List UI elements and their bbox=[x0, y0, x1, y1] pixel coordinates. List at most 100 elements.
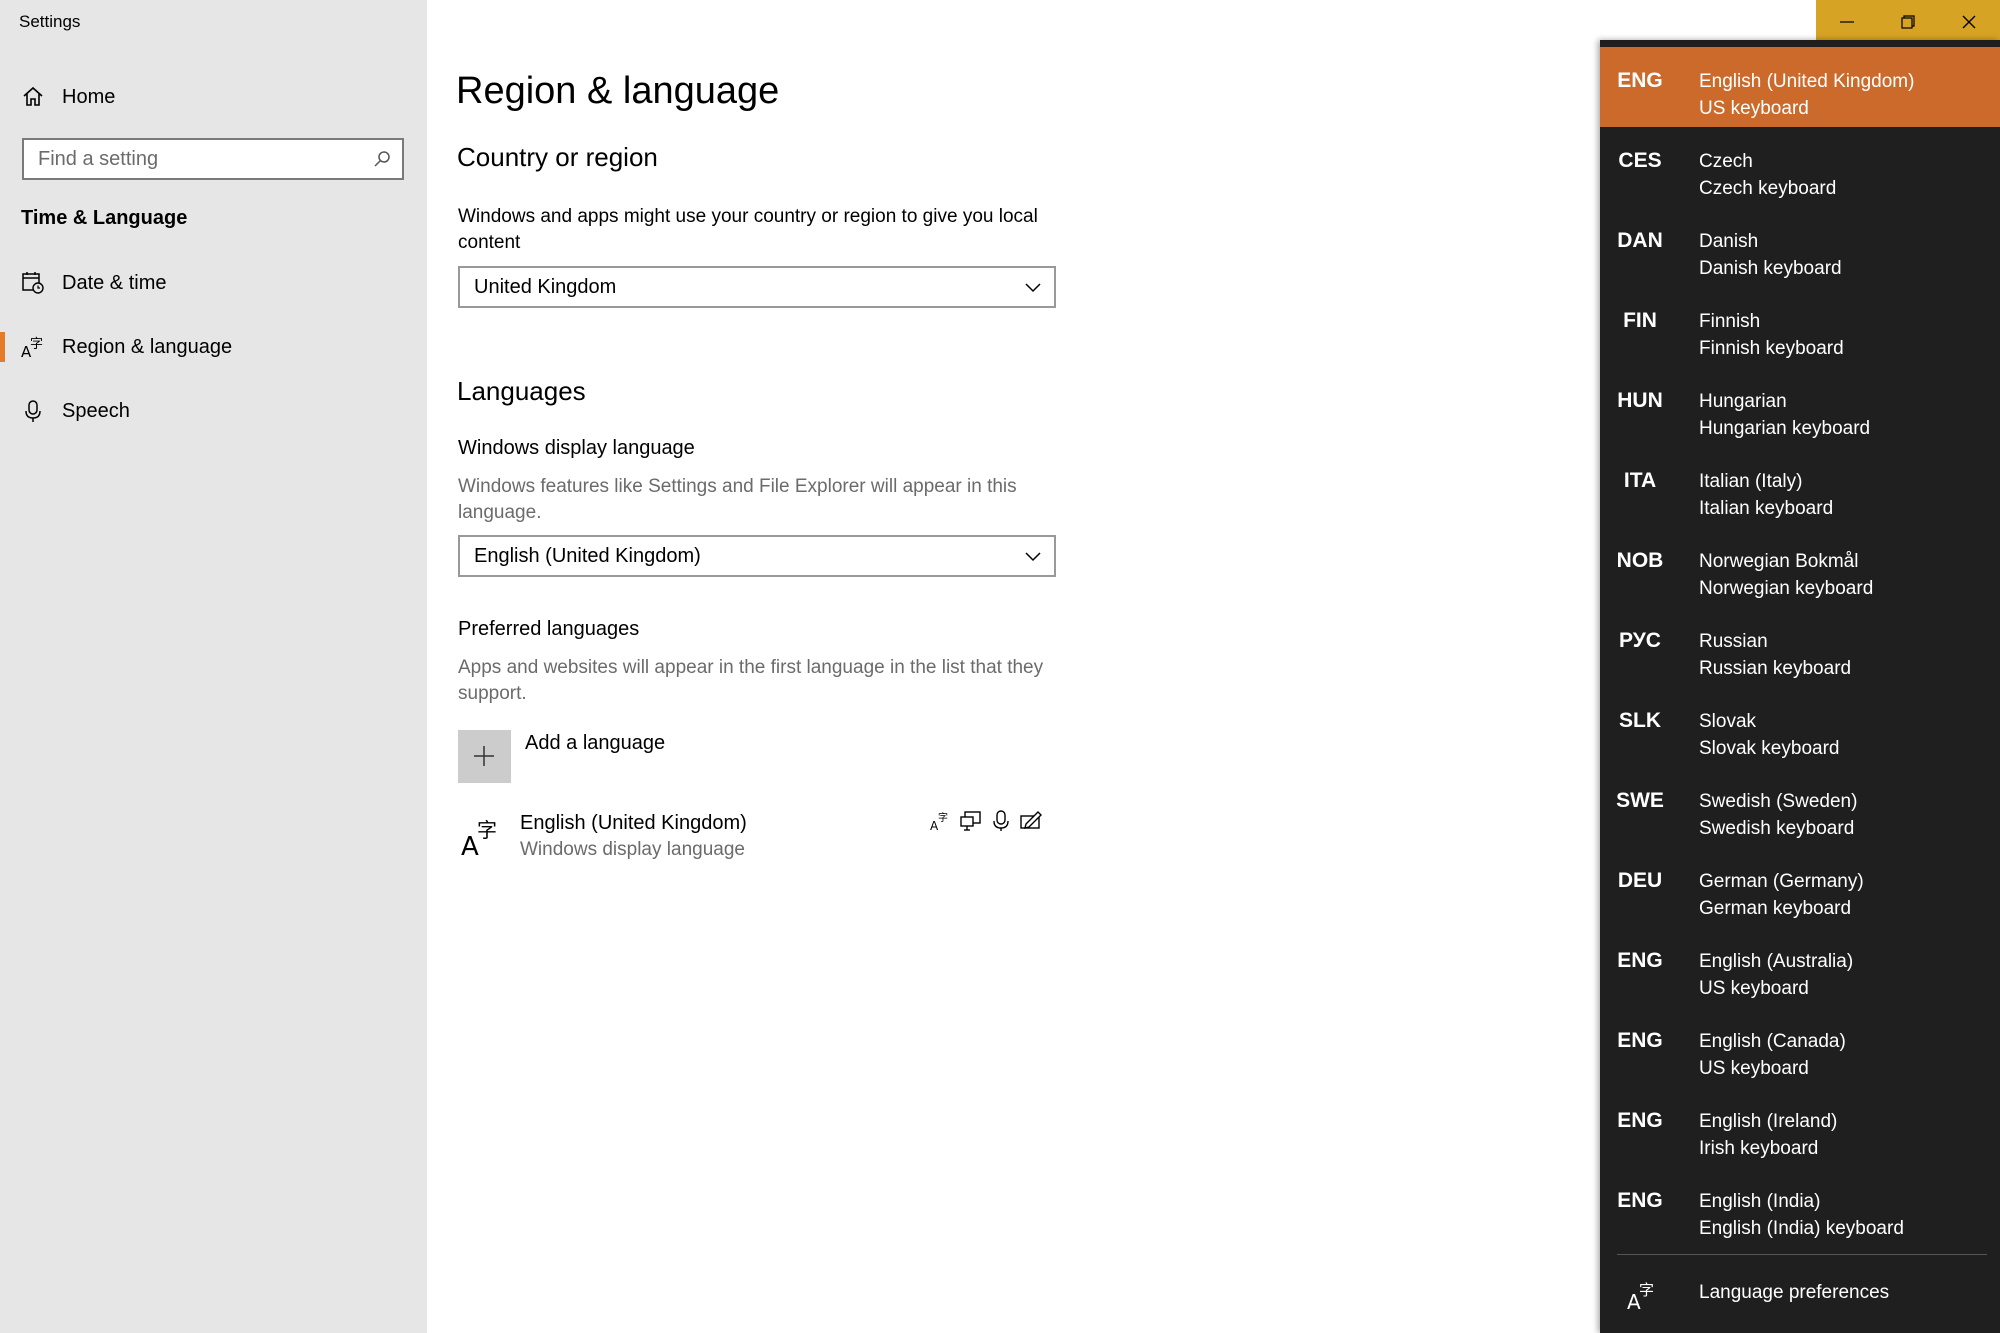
plus-icon bbox=[474, 746, 494, 766]
languages-heading: Languages bbox=[457, 376, 586, 406]
language-code: ENG bbox=[1617, 1189, 1663, 1212]
nav-home-label: Home bbox=[62, 85, 116, 108]
keyboard-layout: Italian keyboard bbox=[1699, 498, 1834, 519]
keyboard-layout: Danish keyboard bbox=[1699, 258, 1842, 279]
flyout-item-ita[interactable]: ITA Italian (Italy) Italian keyboard bbox=[1600, 447, 2000, 527]
add-language-button[interactable] bbox=[458, 730, 511, 783]
keyboard-layout: Russian keyboard bbox=[1699, 658, 1852, 679]
keyboard-layout: Norwegian keyboard bbox=[1699, 578, 1874, 599]
flyout-item-hun[interactable]: HUN Hungarian Hungarian keyboard bbox=[1600, 367, 2000, 447]
keyboard-layout: German keyboard bbox=[1699, 898, 1852, 919]
language-name: English (India) bbox=[1699, 1191, 1821, 1212]
keyboard-layout: Swedish keyboard bbox=[1699, 818, 1855, 839]
flyout-divider bbox=[1617, 1254, 1987, 1255]
restore-icon bbox=[1901, 15, 1915, 29]
language-code: NOB bbox=[1616, 549, 1664, 572]
speech-icon bbox=[993, 810, 1009, 831]
language-icon: A 字 bbox=[461, 818, 497, 859]
handwriting-icon bbox=[1020, 811, 1042, 829]
installed-language-name: English (United Kingdom) bbox=[520, 812, 747, 834]
language-name: Swedish (Sweden) bbox=[1699, 791, 1858, 812]
svg-text:字: 字 bbox=[30, 337, 43, 352]
main-content: Region & language Country or region Wind… bbox=[427, 0, 1600, 1333]
section-title: Time & Language bbox=[21, 207, 188, 229]
minimize-button[interactable] bbox=[1816, 0, 1877, 42]
language-name: English (Canada) bbox=[1699, 1031, 1846, 1052]
flyout-item-swe[interactable]: SWE Swedish (Sweden) Swedish keyboard bbox=[1600, 767, 2000, 847]
display-icon bbox=[960, 811, 981, 831]
language-name: Czech bbox=[1699, 151, 1753, 172]
chevron-down-icon bbox=[1025, 552, 1041, 562]
keyboard-layout: US keyboard bbox=[1699, 98, 1809, 119]
svg-text:字: 字 bbox=[1639, 1281, 1654, 1299]
language-name: Finnish bbox=[1699, 311, 1761, 332]
display-language-select[interactable]: English (United Kingdom) bbox=[458, 535, 1056, 577]
nav-region-language-label: Region & language bbox=[62, 335, 233, 358]
language-code: DAN bbox=[1617, 229, 1663, 252]
close-icon bbox=[1962, 15, 1976, 29]
language-name: Slovak bbox=[1699, 711, 1757, 732]
language-code: SLK bbox=[1619, 709, 1661, 732]
sidebar: Settings Home Time & Language Date & tim… bbox=[0, 0, 427, 1333]
display-language-value: English (United Kingdom) bbox=[474, 545, 701, 567]
search-box[interactable] bbox=[22, 138, 404, 180]
keyboard-layout: Hungarian keyboard bbox=[1699, 418, 1871, 439]
flyout-item-fin[interactable]: FIN Finnish Finnish keyboard bbox=[1600, 287, 2000, 367]
flyout-item-rus[interactable]: РУС Russian Russian keyboard bbox=[1600, 607, 2000, 687]
flyout-item-eng-ca[interactable]: ENG English (Canada) US keyboard bbox=[1600, 1007, 2000, 1087]
chevron-down-icon bbox=[1025, 283, 1041, 293]
close-button[interactable] bbox=[1938, 0, 2000, 42]
language-code: ENG bbox=[1617, 1029, 1663, 1052]
nav-date-time[interactable]: Date & time bbox=[0, 257, 427, 309]
language-name: English (Australia) bbox=[1699, 951, 1854, 972]
language-code: DEU bbox=[1617, 869, 1663, 892]
calendar-clock-icon bbox=[22, 272, 44, 294]
search-input[interactable] bbox=[24, 140, 358, 178]
flyout-item-nob[interactable]: NOB Norwegian Bokmål Norwegian keyboard bbox=[1600, 527, 2000, 607]
language-name: Norwegian Bokmål bbox=[1699, 551, 1859, 572]
svg-text:字: 字 bbox=[938, 811, 948, 824]
nav-region-language[interactable]: A 字 Region & language bbox=[0, 321, 427, 373]
country-select-value: United Kingdom bbox=[474, 276, 617, 298]
keyboard-layout: US keyboard bbox=[1699, 978, 1809, 999]
language-preferences-label: Language preferences bbox=[1699, 1282, 1890, 1303]
language-name: Italian (Italy) bbox=[1699, 471, 1803, 492]
language-name: English (Ireland) bbox=[1699, 1111, 1838, 1132]
country-select[interactable]: United Kingdom bbox=[458, 266, 1056, 308]
language-name: English (United Kingdom) bbox=[1699, 71, 1915, 92]
flyout-item-eng-in[interactable]: ENG English (India) English (India) keyb… bbox=[1600, 1167, 2000, 1247]
language-code: РУС bbox=[1619, 629, 1661, 652]
language-pack-icon: A 字 bbox=[930, 811, 948, 832]
input-language-flyout: ENG English (United Kingdom) US keyboard… bbox=[1600, 40, 2000, 1333]
microphone-icon bbox=[25, 400, 41, 422]
flyout-item-dan[interactable]: DAN Danish Danish keyboard bbox=[1600, 207, 2000, 287]
nav-home[interactable]: Home bbox=[0, 71, 427, 123]
country-heading: Country or region bbox=[457, 142, 658, 172]
nav-date-time-label: Date & time bbox=[62, 271, 167, 294]
language-name: German (Germany) bbox=[1699, 871, 1864, 892]
flyout-item-ces[interactable]: CES Czech Czech keyboard bbox=[1600, 127, 2000, 207]
flyout-item-eng-ie[interactable]: ENG English (Ireland) Irish keyboard bbox=[1600, 1087, 2000, 1167]
nav-speech[interactable]: Speech bbox=[0, 385, 427, 437]
language-icon: A 字 bbox=[1627, 1281, 1654, 1312]
language-code: ENG bbox=[1617, 949, 1663, 972]
language-code: FIN bbox=[1623, 309, 1657, 332]
flyout-item-slk[interactable]: SLK Slovak Slovak keyboard bbox=[1600, 687, 2000, 767]
language-code: ITA bbox=[1623, 469, 1657, 492]
home-icon bbox=[23, 86, 43, 106]
language-code: CES bbox=[1618, 149, 1662, 172]
installed-language-subtitle: Windows display language bbox=[520, 839, 745, 860]
language-name: Hungarian bbox=[1699, 391, 1787, 412]
restore-button[interactable] bbox=[1877, 0, 1938, 42]
add-language-label[interactable]: Add a language bbox=[525, 732, 665, 755]
flyout-item-eng-uk[interactable]: ENG English (United Kingdom) US keyboard bbox=[1600, 47, 2000, 127]
flyout-item-deu[interactable]: DEU German (Germany) German keyboard bbox=[1600, 847, 2000, 927]
app-title: Settings bbox=[19, 12, 81, 31]
language-code: SWE bbox=[1616, 789, 1664, 812]
flyout-item-eng-au[interactable]: ENG English (Australia) US keyboard bbox=[1600, 927, 2000, 1007]
keyboard-layout: Irish keyboard bbox=[1699, 1138, 1819, 1159]
page-title: Region & language bbox=[456, 70, 780, 112]
nav-speech-label: Speech bbox=[62, 399, 130, 422]
keyboard-layout: English (India) keyboard bbox=[1699, 1218, 1904, 1239]
keyboard-layout: US keyboard bbox=[1699, 1058, 1809, 1079]
